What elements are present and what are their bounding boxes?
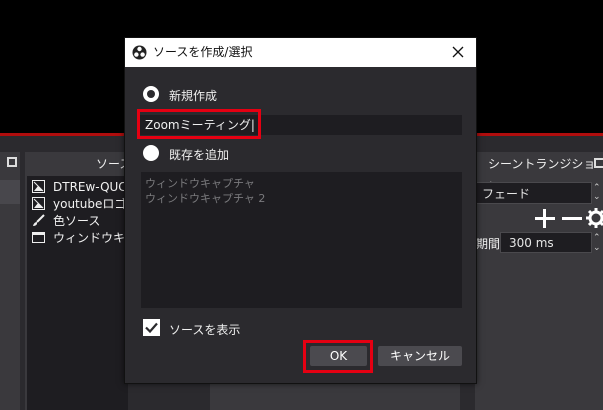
float-dock-icon[interactable] xyxy=(7,157,17,167)
checkmark-icon xyxy=(145,322,158,334)
image-icon xyxy=(32,197,45,210)
float-dock-icon[interactable] xyxy=(594,158,603,168)
source-label: 色ソース xyxy=(53,214,101,228)
add-transition-button[interactable] xyxy=(533,204,557,232)
transition-select[interactable]: フェード xyxy=(475,182,592,204)
transition-select-value: フェード xyxy=(482,187,531,201)
dialog-title: ソースを作成/選択 xyxy=(153,45,253,59)
window-icon xyxy=(32,232,45,243)
image-icon xyxy=(32,180,45,193)
create-select-source-dialog: ソースを作成/選択 新規作成 Zoomミーティング| 既存を追加 ウィンドウキャ… xyxy=(124,37,477,384)
create-new-radio[interactable] xyxy=(143,86,159,102)
ok-button[interactable]: OK xyxy=(310,346,367,366)
minus-icon xyxy=(562,217,582,220)
dialog-titlebar: ソースを作成/選択 xyxy=(125,38,476,67)
source-name-field[interactable]: Zoomミーティング| xyxy=(145,115,257,135)
duration-spinbox[interactable]: 300 ms xyxy=(500,232,592,253)
create-new-label: 新規作成 xyxy=(169,89,218,103)
remove-transition-button[interactable] xyxy=(560,204,584,232)
duration-value: 300 ms xyxy=(509,236,554,250)
chevron-updown-icon: ⌃ ⌄ xyxy=(593,183,601,202)
list-item[interactable]: youtubeロゴデ xyxy=(32,196,128,213)
spin-updown-icon[interactable]: ⌃ ⌄ xyxy=(593,233,603,253)
list-item[interactable]: ウィンドウキャプチャ 2 xyxy=(145,191,265,206)
close-icon[interactable] xyxy=(450,44,466,60)
existing-sources-list[interactable]: ウィンドウキャプチャ ウィンドウキャプチャ 2 xyxy=(141,172,462,308)
show-source-checkbox[interactable] xyxy=(143,319,160,336)
duration-label: 期間 xyxy=(476,237,501,251)
source-name-value: Zoomミーティング| xyxy=(145,118,255,132)
list-item[interactable]: 色ソース xyxy=(32,213,128,230)
list-item[interactable]: ウィンドウキャプ xyxy=(32,230,128,247)
add-existing-label: 既存を追加 xyxy=(169,148,230,162)
plus-icon-v xyxy=(543,209,546,228)
gear-icon[interactable] xyxy=(586,208,603,228)
show-source-label: ソースを表示 xyxy=(169,323,241,337)
source-label: youtubeロゴデ xyxy=(53,197,128,211)
list-item[interactable]: DTREw-QUC xyxy=(32,179,128,196)
brush-icon xyxy=(33,214,45,226)
scene-row-selected[interactable] xyxy=(0,180,20,204)
obs-logo-icon xyxy=(132,45,147,60)
add-existing-radio[interactable] xyxy=(143,145,159,161)
cancel-button[interactable]: キャンセル xyxy=(378,346,462,366)
source-label: DTREw-QUC xyxy=(53,180,127,194)
source-label: ウィンドウキャプ xyxy=(53,231,128,245)
mixer-dock xyxy=(210,380,460,410)
list-item[interactable]: ウィンドウキャプチャ xyxy=(145,176,255,191)
transitions-dock-title: シーントランジション xyxy=(488,157,596,193)
